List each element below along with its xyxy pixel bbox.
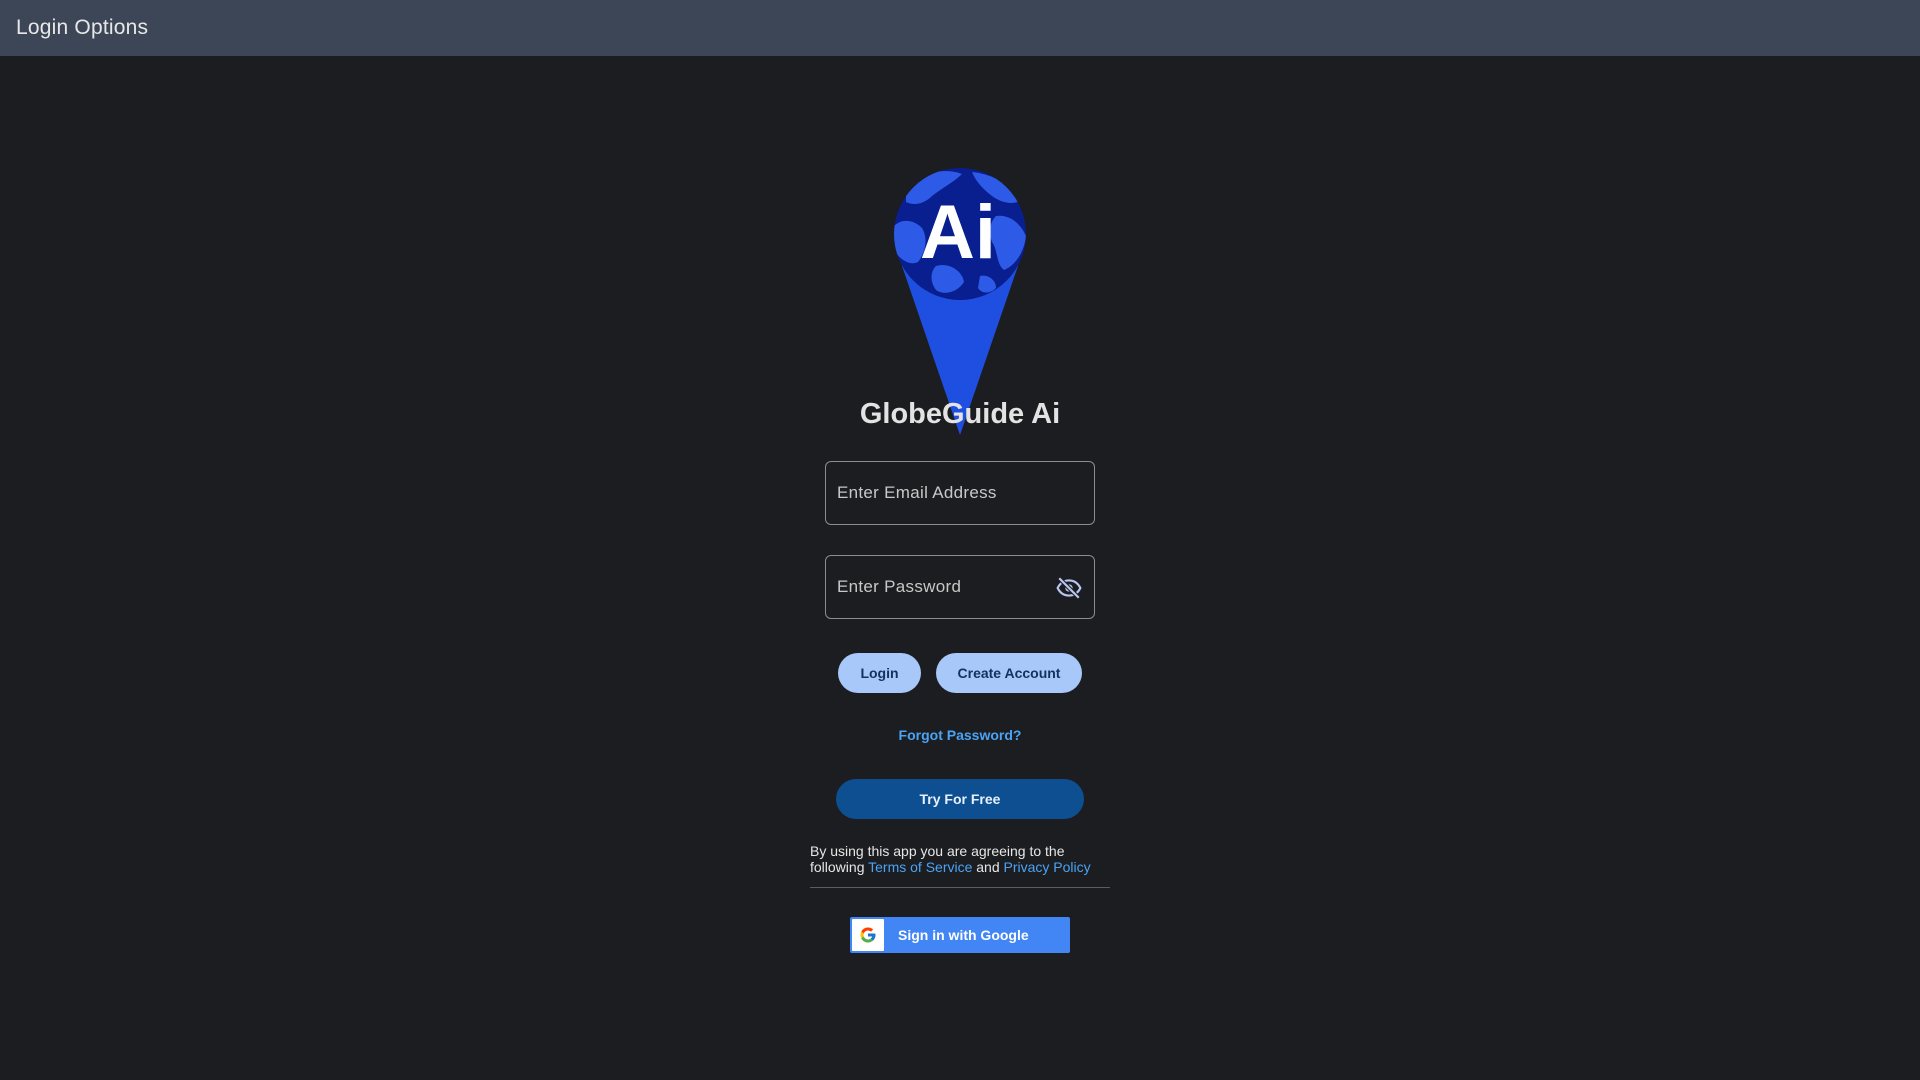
google-g-icon bbox=[852, 919, 884, 951]
page-title: Login Options bbox=[16, 16, 149, 39]
terms-of-service-link[interactable]: Terms of Service bbox=[868, 859, 972, 875]
google-sign-in-label: Sign in with Google bbox=[898, 927, 1029, 943]
app-bar: Login Options bbox=[0, 0, 1920, 56]
password-field-container bbox=[825, 555, 1095, 619]
email-field-container bbox=[825, 461, 1095, 525]
forgot-password-link[interactable]: Forgot Password? bbox=[0, 727, 1920, 743]
logo-text: Ai bbox=[920, 190, 996, 275]
app-name: GlobeGuide Ai bbox=[859, 398, 1061, 430]
google-sign-in-button[interactable]: Sign in with Google bbox=[850, 917, 1070, 953]
login-content: Ai GlobeGuide Ai Login Create Account Fo… bbox=[0, 56, 1920, 1080]
eye-off-icon[interactable] bbox=[1056, 575, 1082, 601]
divider bbox=[810, 887, 1110, 888]
create-account-button[interactable]: Create Account bbox=[936, 653, 1082, 693]
email-input[interactable] bbox=[826, 462, 1094, 524]
globe-pin-icon: Ai bbox=[894, 168, 1026, 435]
password-input[interactable] bbox=[826, 556, 1094, 618]
terms-notice: By using this app you are agreeing to th… bbox=[810, 843, 1110, 875]
privacy-policy-link[interactable]: Privacy Policy bbox=[1004, 859, 1091, 875]
terms-conjunction: and bbox=[976, 859, 1000, 875]
try-for-free-button[interactable]: Try For Free bbox=[836, 779, 1084, 819]
login-button[interactable]: Login bbox=[838, 653, 921, 693]
